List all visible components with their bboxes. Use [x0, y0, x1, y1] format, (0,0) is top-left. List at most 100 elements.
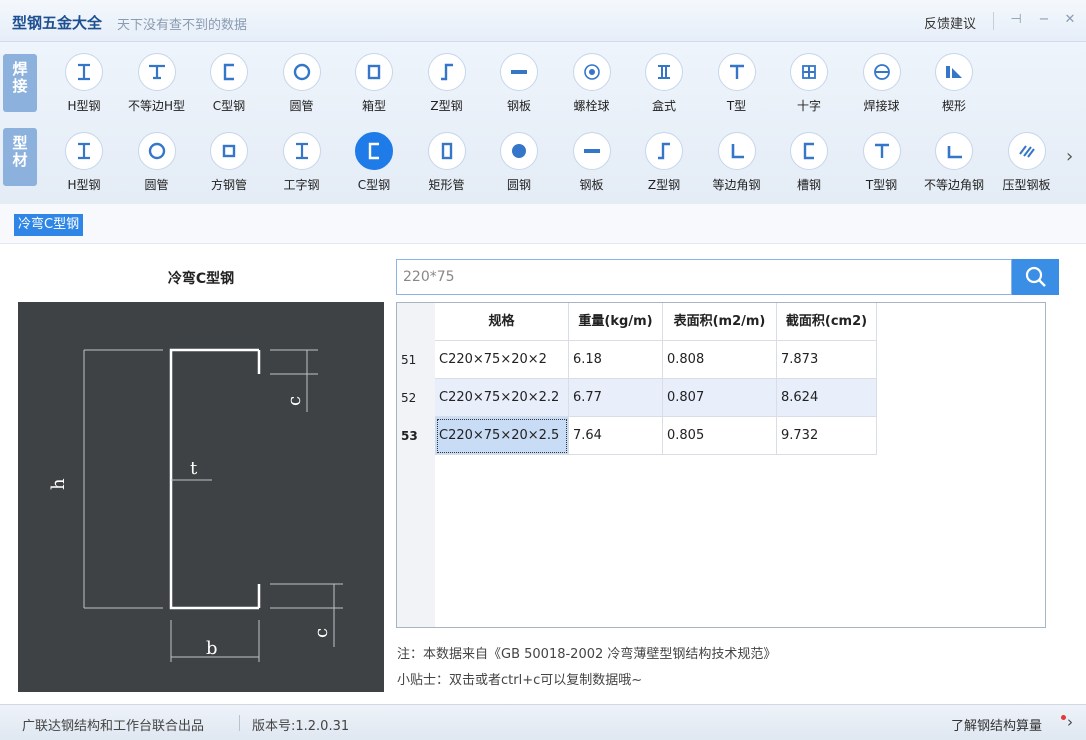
profile-item-3[interactable]: 工字钢 [266, 132, 338, 198]
bolt-ball-icon [583, 64, 600, 80]
version-text: 版本号:1.2.0.31 [252, 719, 350, 734]
wedge-icon-wrap [935, 53, 973, 91]
c-section-drawing: h b t c c [48, 348, 343, 662]
dim-b-label: b [206, 638, 218, 659]
app-title: 型钢五金大全 [12, 14, 103, 32]
chevron-right-icon[interactable]: › [1067, 713, 1073, 731]
table-cell[interactable]: 0.807 [663, 379, 777, 417]
column-header[interactable]: 规格 [435, 303, 569, 341]
column-header[interactable]: 重量(kg/m) [569, 303, 663, 341]
weld-item-1[interactable]: 不等边H型 [121, 53, 193, 119]
search-button[interactable] [1012, 259, 1059, 295]
table-cell[interactable]: 6.18 [569, 341, 663, 379]
weld-ball-icon [873, 64, 890, 80]
title-separator [993, 12, 994, 30]
learn-more-link[interactable]: 了解钢结构算量 [951, 715, 1042, 734]
wedge-icon [946, 66, 962, 78]
scroll-right-icon[interactable]: › [1066, 146, 1073, 167]
weld-item-0[interactable]: H型钢 [48, 53, 120, 119]
profile-item-12[interactable]: 不等边角钢 [918, 132, 990, 198]
c-channel-icon [223, 63, 234, 81]
profile-item-5[interactable]: 矩形管 [411, 132, 483, 198]
table-cell[interactable]: 0.808 [663, 341, 777, 379]
profile-item-10[interactable]: 槽钢 [773, 132, 845, 198]
z-section-icon [440, 63, 453, 81]
cross-section-icon [802, 65, 816, 79]
dim-c-top-label: c [284, 396, 305, 406]
weld-item-8[interactable]: 盒式 [628, 53, 700, 119]
app-subtitle: 天下没有查不到的数据 [117, 18, 248, 33]
search-input[interactable] [397, 260, 997, 294]
weld-item-6[interactable]: 钢板 [483, 53, 555, 119]
breadcrumb-tag[interactable]: 冷弯C型钢 [14, 214, 84, 236]
data-table: 规格 重量(kg/m) 表面积(m2/m) 截面积(cm2) 51 C220×75×20×… [396, 302, 1046, 628]
plate-icon [583, 149, 600, 153]
table-cell[interactable]: C220×75×20×2.5 [435, 417, 569, 455]
profile-item-label: 压型钢板 [1002, 178, 1051, 192]
weld-item-label: 楔形 [941, 99, 966, 113]
table-cell[interactable]: 0.805 [663, 417, 777, 455]
weld-ball-icon-wrap [862, 53, 901, 91]
table-cell[interactable]: 7.64 [569, 417, 663, 455]
c-channel-icon-wrap [210, 53, 248, 91]
profile-item-7[interactable]: 钢板 [556, 132, 628, 198]
profile-item-8[interactable]: Z型钢 [628, 132, 700, 198]
equal-angle-icon [731, 144, 744, 159]
table-cell[interactable]: 7.873 [777, 341, 877, 379]
table-cell[interactable]: C220×75×20×2.2 [435, 379, 569, 417]
category-weld-label: 焊接 [12, 60, 28, 95]
profile-item-2[interactable]: 方钢管 [193, 132, 265, 198]
pin-icon[interactable]: ⊣ [1008, 12, 1024, 28]
profile-item-13[interactable]: 压型钢板 [991, 132, 1063, 198]
weld-item-2[interactable]: C型钢 [193, 53, 265, 119]
publisher-text: 广联达钢结构和工作台联合出品 [22, 719, 205, 734]
column-header[interactable]: 截面积(cm2) [777, 303, 877, 341]
weld-item-4[interactable]: 箱型 [338, 53, 410, 119]
weld-item-12[interactable]: 楔形 [918, 53, 990, 119]
category-tab-weld[interactable]: 焊接 [3, 54, 37, 112]
z-section-icon-wrap [427, 53, 466, 91]
profile-item-4[interactable]: C型钢 [338, 132, 410, 198]
weld-item-11[interactable]: 焊接球 [846, 53, 918, 119]
equal-angle-icon-wrap [717, 132, 756, 170]
round-pipe-icon [148, 142, 165, 160]
row-number: 52 [401, 391, 417, 405]
channel-icon [803, 142, 814, 160]
column-header[interactable]: 表面积(m2/m) [663, 303, 777, 341]
feedback-link[interactable]: 反馈建议 [924, 13, 976, 32]
table-cell[interactable]: 6.77 [569, 379, 663, 417]
profile-item-11[interactable]: T型钢 [846, 132, 918, 198]
c-channel-icon [368, 142, 379, 160]
data-source-note: 注：本数据来自《GB 50018-2002 冷弯薄壁型钢结构技术规范》 [397, 647, 777, 662]
round-pipe-icon-wrap [282, 53, 321, 91]
weld-item-5[interactable]: Z型钢 [411, 53, 483, 119]
unequal-h-icon [148, 64, 165, 80]
table-cell[interactable]: 8.624 [777, 379, 877, 417]
close-icon[interactable]: ✕ [1062, 12, 1078, 28]
search-box [396, 259, 1012, 295]
weld-item-9[interactable]: T型 [701, 53, 773, 119]
panel-title: 冷弯C型钢 [167, 271, 235, 287]
weld-item-10[interactable]: 十字 [773, 53, 845, 119]
t-section-icon [874, 143, 889, 158]
search-icon [1025, 266, 1046, 287]
box-type-icon [658, 65, 670, 79]
plate-icon [511, 70, 527, 74]
round-pipe-icon [293, 63, 310, 81]
table-cell[interactable]: C220×75×20×2 [435, 341, 569, 379]
i-beam-icon [295, 142, 308, 160]
profile-item-6[interactable]: 圆钢 [483, 132, 555, 198]
category-tab-profile[interactable]: 型材 [3, 128, 37, 186]
h-beam-icon [78, 63, 90, 81]
status-bar: 广联达钢结构和工作台联合出品 版本号:1.2.0.31 了解钢结构算量 › [0, 704, 1086, 740]
profile-item-0[interactable]: H型钢 [48, 132, 120, 198]
weld-item-7[interactable]: 螺栓球 [556, 53, 628, 119]
table-cell[interactable]: 9.732 [777, 417, 877, 455]
h-beam-icon-wrap [65, 53, 103, 91]
profile-item-1[interactable]: 圆管 [121, 132, 193, 198]
profile-item-9[interactable]: 等边角钢 [701, 132, 773, 198]
minimize-icon[interactable]: − [1036, 12, 1052, 28]
weld-item-3[interactable]: 圆管 [266, 53, 338, 119]
i-beam-icon-wrap [282, 132, 321, 170]
copy-tip: 小贴士：双击或者ctrl+c可以复制数据哦~ [397, 673, 643, 688]
